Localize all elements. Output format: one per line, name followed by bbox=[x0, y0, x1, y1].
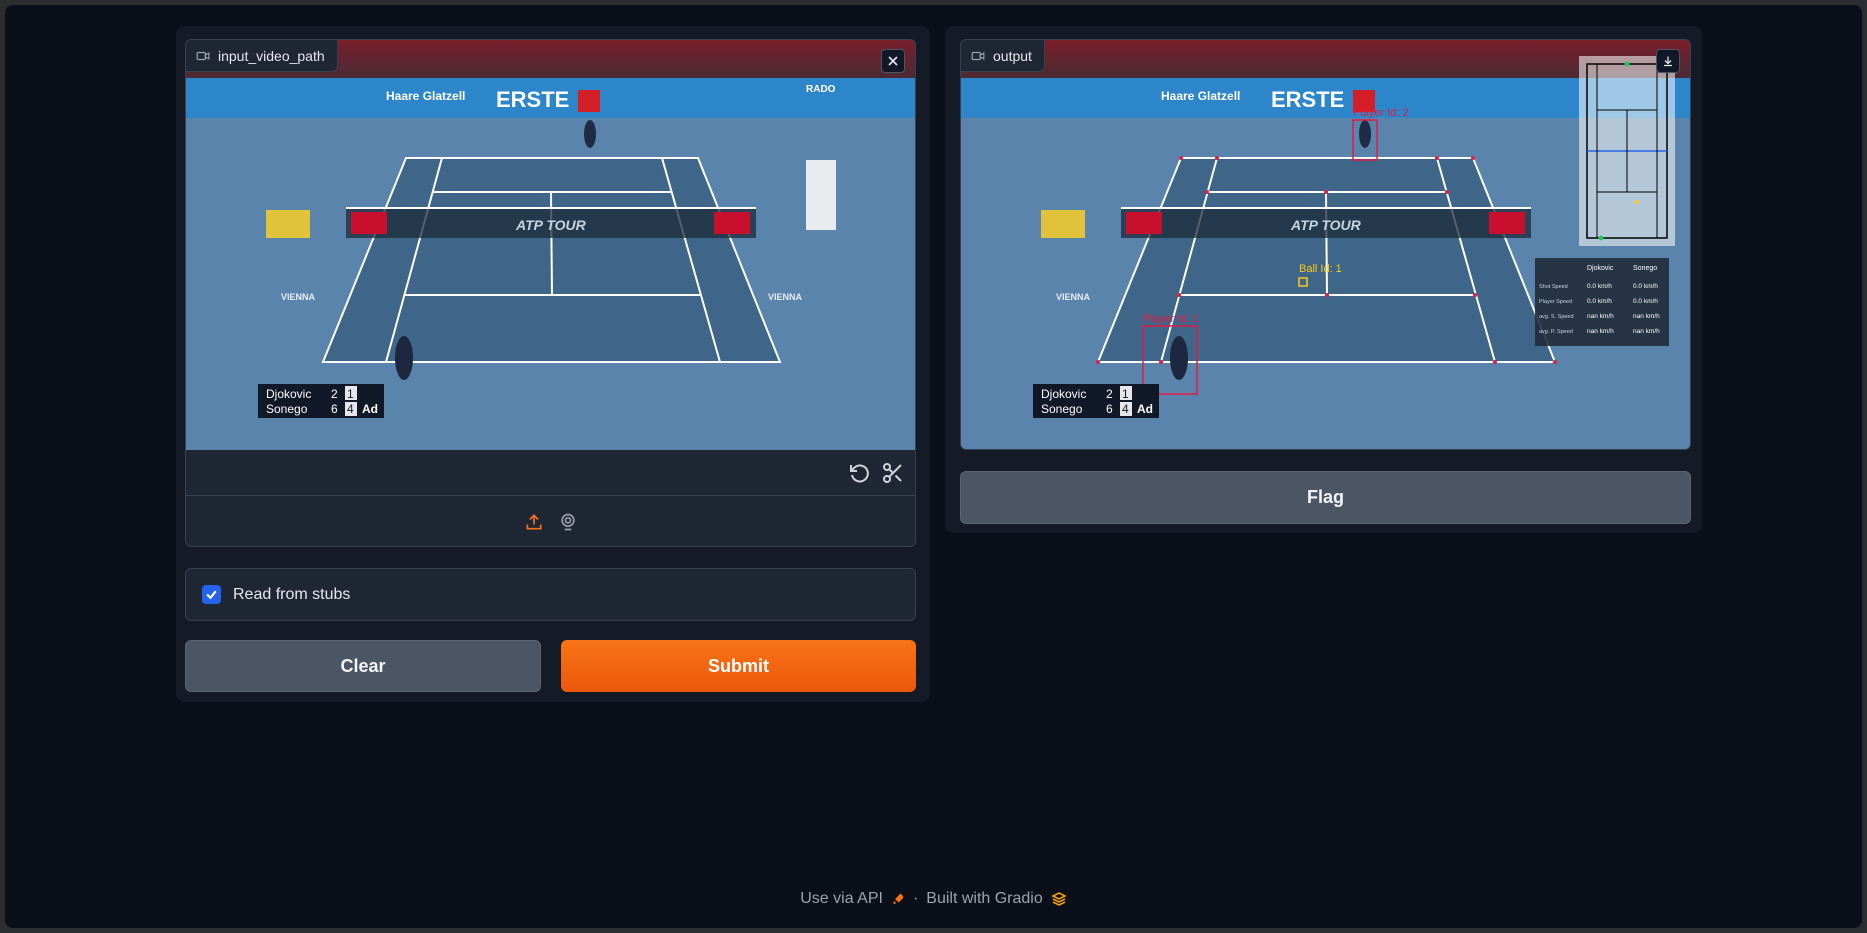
score-out-sets-1: 2 bbox=[1106, 387, 1113, 401]
built-with-gradio-link[interactable]: Built with Gradio bbox=[926, 890, 1043, 908]
output-video-label-text: output bbox=[993, 47, 1032, 64]
output-video-component: output ERSTE Haare Glatzell ATP TOUR VIE… bbox=[960, 39, 1691, 450]
stats-row-3-label: avg. S. Speed bbox=[1539, 314, 1574, 320]
download-button[interactable] bbox=[1656, 49, 1680, 73]
video-camera-icon bbox=[971, 51, 985, 60]
banner-haare-out: Haare Glatzell bbox=[1161, 89, 1240, 103]
atp-logo: ATP TOUR bbox=[515, 217, 587, 233]
flag-button[interactable]: Flag bbox=[960, 471, 1691, 524]
banner-haare: Haare Glatzell bbox=[386, 89, 465, 103]
read-from-stubs-checkbox-row[interactable]: Read from stubs bbox=[185, 568, 916, 621]
score-game-1: 1 bbox=[347, 387, 354, 401]
rocket-icon bbox=[893, 893, 904, 905]
stats-header-1: Djokovic bbox=[1587, 265, 1614, 272]
scissors-icon bbox=[883, 462, 902, 483]
read-from-stubs-checkbox[interactable] bbox=[202, 585, 221, 604]
input-video-label-text: input_video_path bbox=[218, 47, 325, 64]
score-out-name-1: Djokovic bbox=[1041, 387, 1086, 401]
video-edit-toolbar bbox=[186, 450, 915, 496]
undo-icon bbox=[850, 463, 869, 482]
score-name-2: Sonego bbox=[266, 402, 308, 416]
webcam-icon bbox=[560, 513, 575, 531]
footer: Use via API · Built with Gradio bbox=[5, 890, 1862, 908]
close-icon bbox=[888, 56, 898, 66]
player-1-label: Player Id: 1 bbox=[1143, 313, 1199, 325]
stats-row-1-label: Shot Speed bbox=[1539, 284, 1568, 290]
score-out-game-2: 4 bbox=[1122, 402, 1129, 416]
output-video-label: output bbox=[961, 40, 1045, 72]
footer-separator: · bbox=[912, 890, 919, 907]
upload-icon bbox=[526, 514, 541, 530]
vienna-left: VIENNA bbox=[281, 292, 316, 302]
score-out-sets-2: 6 bbox=[1106, 402, 1113, 416]
trim-button[interactable] bbox=[881, 461, 905, 485]
stats-row-4-v2: nan km/h bbox=[1633, 328, 1660, 335]
upload-source-button[interactable] bbox=[524, 512, 544, 532]
gradio-logo-icon bbox=[1050, 892, 1067, 906]
scoreboard-out: Djokovic 2 1 Sonego 6 4 Ad bbox=[1033, 384, 1159, 418]
input-video-label: input_video_path bbox=[186, 40, 338, 72]
stats-header-2: Sonego bbox=[1633, 265, 1657, 272]
input-video-frame[interactable]: ERSTE Haare Glatzell RADO ATP TOUR VIENN… bbox=[186, 40, 915, 450]
stats-row-3-v2: nan km/h bbox=[1633, 313, 1660, 320]
checkmark-icon bbox=[206, 590, 217, 600]
close-video-button[interactable] bbox=[881, 49, 905, 73]
input-video-component: input_video_path ERSTE Haare Glatzell RA… bbox=[185, 39, 916, 547]
ball-label: Ball Id: 1 bbox=[1299, 263, 1342, 275]
stats-table: Djokovic Sonego Shot Speed 0.0 km/h 0.0 … bbox=[1535, 258, 1669, 346]
score-sets-2: 6 bbox=[331, 402, 338, 416]
banner-erste-out: ERSTE bbox=[1271, 87, 1344, 112]
banner-rado: RADO bbox=[806, 84, 836, 95]
score-out-point-2: Ad bbox=[1137, 402, 1153, 416]
score-sets-1: 2 bbox=[331, 387, 338, 401]
atp-logo-out: ATP TOUR bbox=[1290, 217, 1362, 233]
stats-row-3-v1: nan km/h bbox=[1587, 313, 1614, 320]
undo-button[interactable] bbox=[847, 461, 871, 485]
stats-row-2-label: Player Speed bbox=[1539, 299, 1572, 305]
stats-row-2-v2: 0.0 km/h bbox=[1633, 298, 1658, 305]
download-icon bbox=[1664, 56, 1672, 67]
output-panel: output ERSTE Haare Glatzell ATP TOUR VIE… bbox=[945, 26, 1702, 533]
stats-row-1-v1: 0.0 km/h bbox=[1587, 283, 1612, 290]
score-out-game-1: 1 bbox=[1122, 387, 1129, 401]
clear-button[interactable]: Clear bbox=[185, 640, 541, 692]
use-via-api-link[interactable]: Use via API bbox=[800, 890, 883, 908]
banner-erste: ERSTE bbox=[496, 87, 569, 112]
vienna-right: VIENNA bbox=[768, 292, 803, 302]
webcam-source-button[interactable] bbox=[558, 512, 578, 532]
stats-row-4-label: avg. P. Speed bbox=[1539, 329, 1573, 335]
app-root: input_video_path ERSTE Haare Glatzell RA… bbox=[5, 5, 1862, 928]
output-video-frame[interactable]: ERSTE Haare Glatzell ATP TOUR VIENNA Pla… bbox=[961, 40, 1690, 449]
vienna-left-out: VIENNA bbox=[1056, 292, 1091, 302]
scoreboard: Djokovic 2 1 Sonego 6 4 Ad bbox=[258, 384, 384, 418]
video-camera-icon bbox=[196, 51, 210, 60]
stats-row-2-v1: 0.0 km/h bbox=[1587, 298, 1612, 305]
source-selector bbox=[186, 497, 915, 546]
score-out-name-2: Sonego bbox=[1041, 402, 1083, 416]
score-name-1: Djokovic bbox=[266, 387, 311, 401]
stats-row-4-v1: nan km/h bbox=[1587, 328, 1614, 335]
read-from-stubs-label: Read from stubs bbox=[233, 585, 351, 603]
input-panel: input_video_path ERSTE Haare Glatzell RA… bbox=[176, 26, 930, 702]
score-game-2: 4 bbox=[347, 402, 354, 416]
score-point-2: Ad bbox=[362, 402, 378, 416]
mini-court bbox=[1579, 56, 1675, 246]
submit-button[interactable]: Submit bbox=[561, 640, 916, 692]
stats-row-1-v2: 0.0 km/h bbox=[1633, 283, 1658, 290]
player-2-label: Player Id: 2 bbox=[1353, 107, 1409, 119]
